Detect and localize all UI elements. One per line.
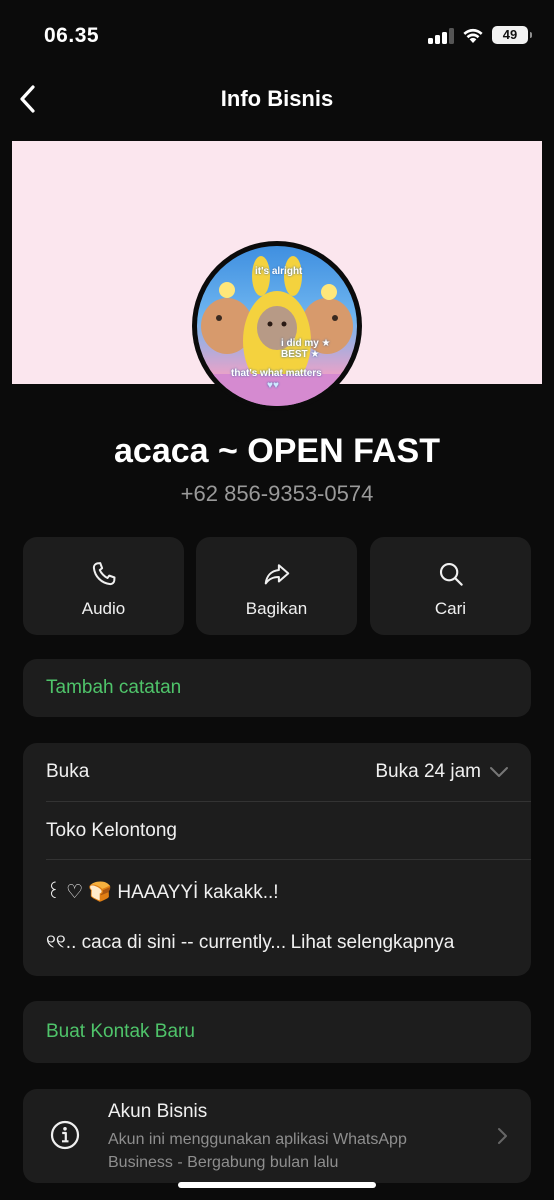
audio-button[interactable]: Audio (23, 537, 184, 635)
nav-bar: Info Bisnis (0, 76, 554, 122)
status-bar: 06.35 49 (0, 0, 554, 70)
wifi-icon (461, 26, 485, 44)
business-account-description: Akun ini menggunakan aplikasi WhatsApp B… (108, 1131, 407, 1171)
description-line-2: ୧୧.. caca di sini -- currently... Lihat … (46, 932, 531, 954)
profile-phone: +62 856-9353-0574 (180, 481, 374, 506)
hours-dropdown[interactable]: Buka 24 jam (375, 761, 509, 783)
avatar-caption-middle: i did my ★ BEST ★ (281, 338, 331, 360)
new-contact-link[interactable]: Buat Kontak Baru (46, 1021, 195, 1043)
description-text-1: ꒰ ♡ 🍞 HAAAYYİ kakakk..! (46, 882, 279, 903)
share-button[interactable]: Bagikan (196, 537, 357, 635)
see-more-link[interactable]: Lihat selengkapnya (291, 932, 455, 953)
cellular-signal-icon (428, 28, 454, 44)
search-icon (439, 562, 463, 586)
business-category: Toko Kelontong (46, 820, 177, 841)
hours-label: Buka (46, 761, 90, 782)
chevron-right-icon (497, 1126, 509, 1151)
share-label: Bagikan (245, 599, 308, 618)
business-account-title: Akun Bisnis (108, 1101, 208, 1122)
search-button[interactable]: Cari (370, 537, 531, 635)
audio-label: Audio (81, 599, 126, 618)
battery-icon: 49 (492, 26, 532, 44)
category-row: Toko Kelontong (46, 820, 531, 842)
avatar-caption-bottom: that's what matters (231, 368, 322, 379)
description-text-2: ୧୧.. caca di sini -- currently... (46, 932, 287, 953)
phone-icon (92, 562, 115, 586)
share-icon (264, 564, 289, 585)
divider (46, 801, 531, 802)
page-title: Info Bisnis (220, 86, 334, 111)
business-account-card[interactable]: Akun Bisnis Akun ini menggunakan aplikas… (23, 1089, 531, 1183)
add-note-card[interactable]: Tambah catatan (23, 659, 531, 717)
profile-name: acaca ~ OPEN FAST (114, 432, 440, 470)
avatar-image: it's alright i did my ★ BEST ★ that's wh… (197, 246, 357, 406)
description-line-1: ꒰ ♡ 🍞 HAAAYYİ kakakk..! (46, 878, 531, 904)
search-label: Cari (434, 599, 467, 618)
chevron-down-icon (490, 767, 508, 777)
heart-icon: ♥♥ (267, 380, 279, 391)
divider (46, 859, 531, 860)
new-contact-card[interactable]: Buat Kontak Baru (23, 1001, 531, 1063)
info-icon (49, 1119, 81, 1156)
business-info-card: Buka Buka 24 jam Toko Kelontong ꒰ ♡ 🍞 HA… (23, 743, 531, 976)
status-time: 06.35 (44, 24, 100, 47)
avatar[interactable]: it's alright i did my ★ BEST ★ that's wh… (192, 241, 362, 411)
home-indicator[interactable] (178, 1182, 376, 1188)
avatar-caption-top: it's alright (255, 266, 303, 277)
add-note-link[interactable]: Tambah catatan (46, 677, 181, 699)
hours-value: Buka 24 jam (375, 761, 481, 782)
